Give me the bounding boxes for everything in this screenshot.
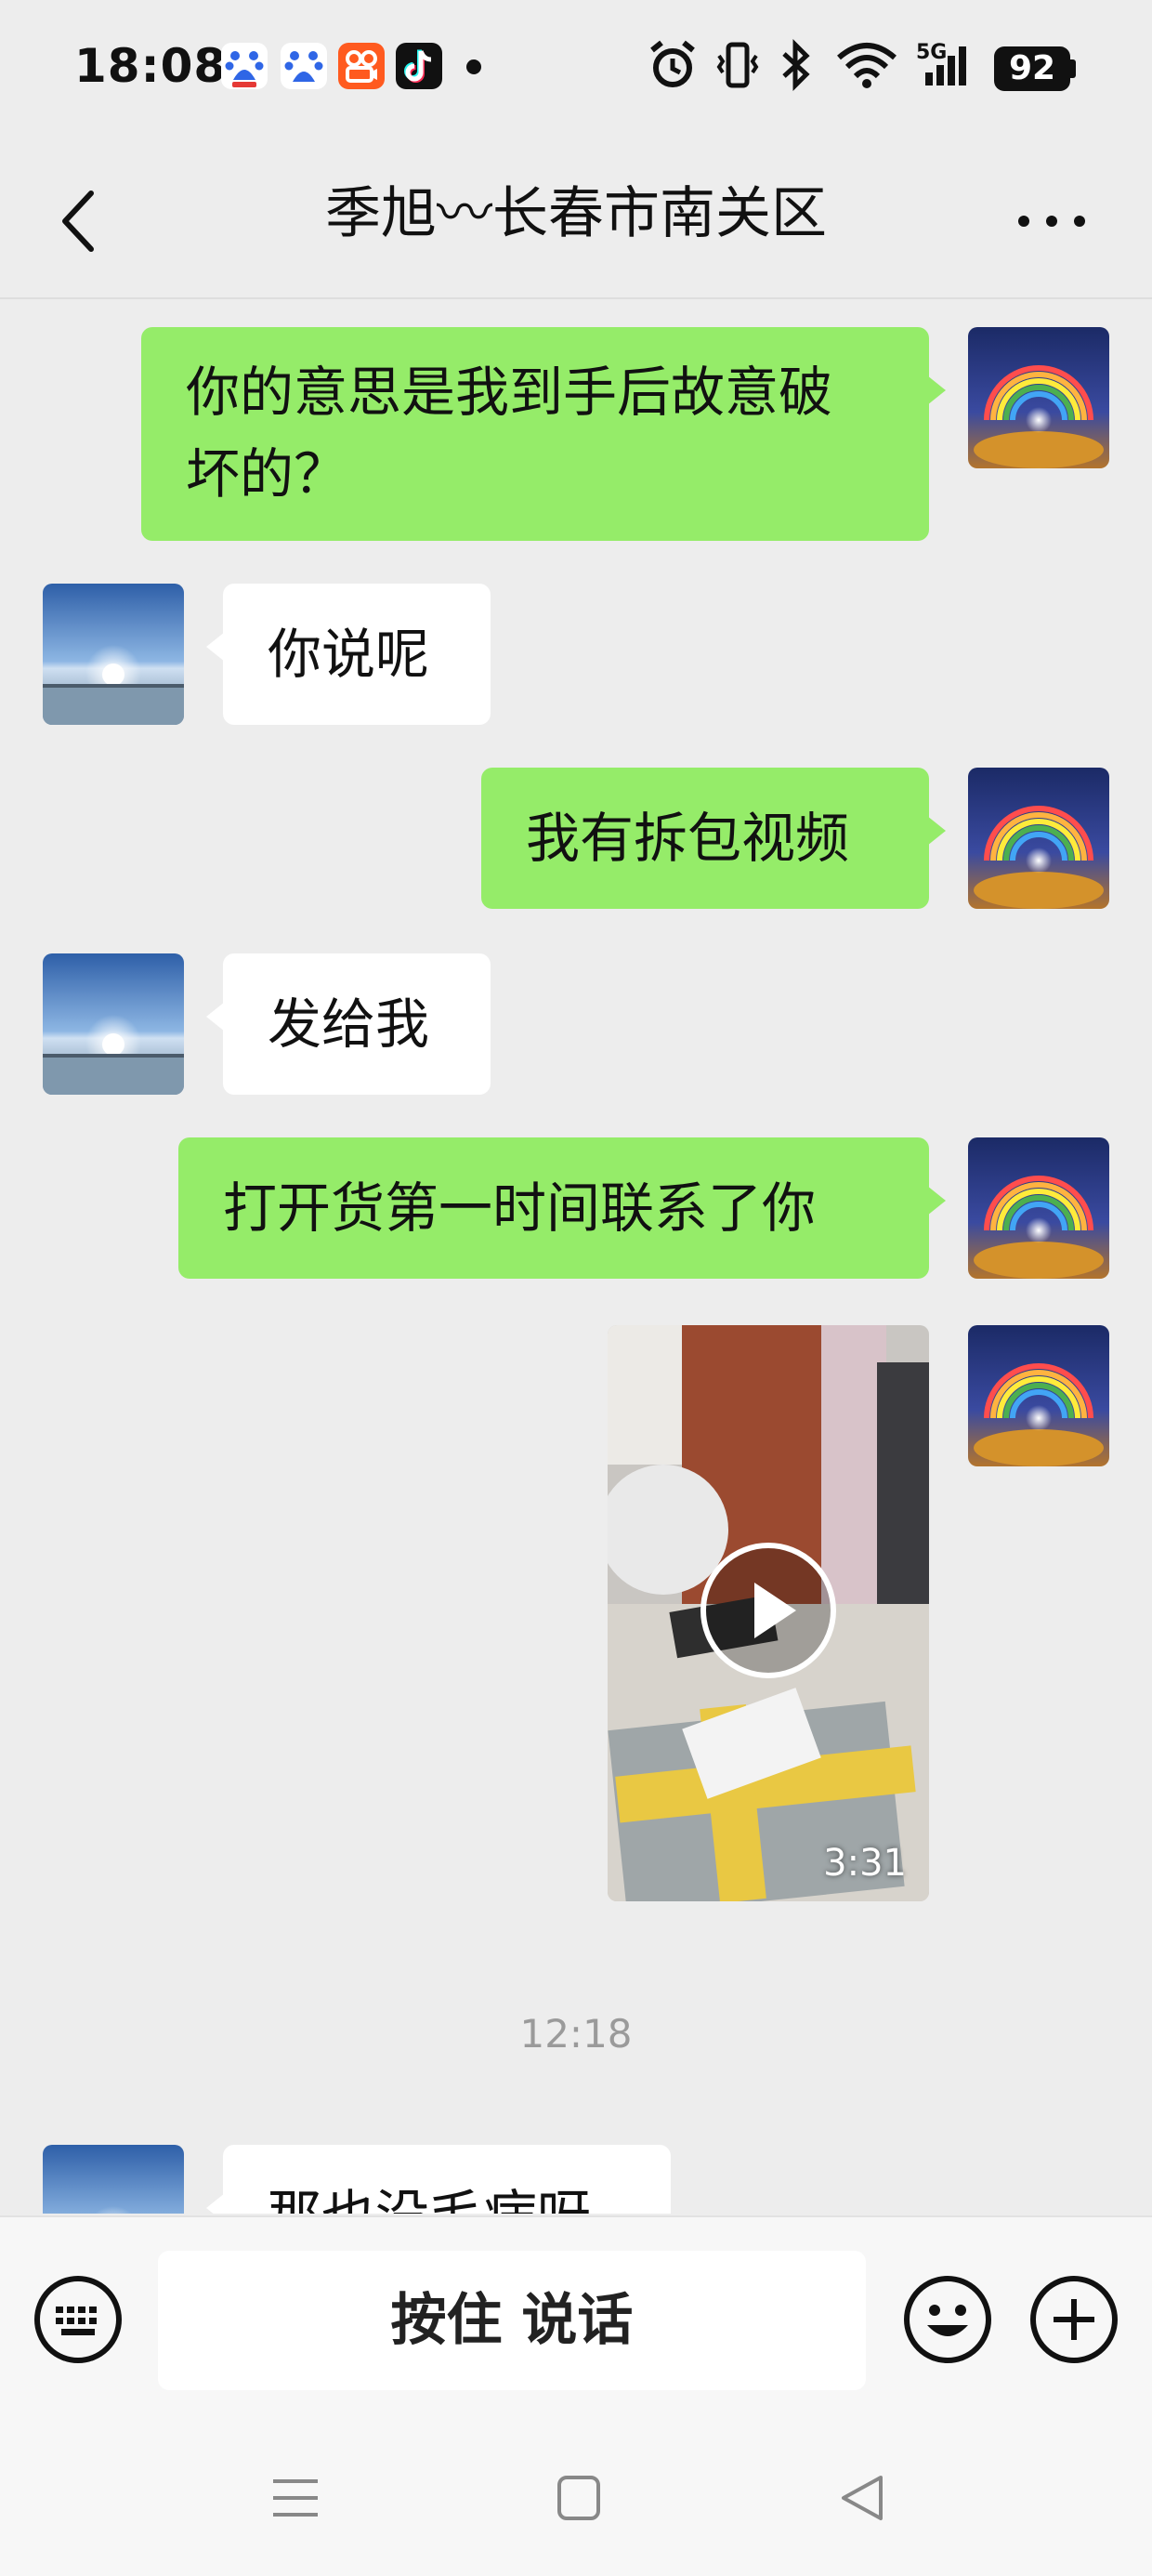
bluetooth-icon (782, 38, 810, 92)
chat-title: 季旭〰长春市南关区 (325, 181, 827, 246)
message-bubble-other[interactable]: 发给我 (206, 953, 491, 1095)
alarm-icon (650, 40, 695, 87)
menu-icon[interactable] (269, 2470, 321, 2526)
message-timestamp: 12:18 (519, 2011, 633, 2057)
contact-avatar[interactable] (43, 584, 184, 725)
vibrate-icon (716, 42, 759, 88)
kuaishou-icon (338, 43, 385, 89)
baidu-input-icon (281, 43, 327, 89)
battery-tip (1070, 59, 1076, 78)
chat-header: 季旭〰长春市南关区 (0, 139, 1152, 299)
message-bubble-other[interactable]: 那也没毛病呀 (206, 2145, 671, 2214)
wifi-icon (837, 43, 897, 88)
message-bubble-me[interactable]: 你的意思是我到手后故意破坏的？ (141, 327, 946, 541)
message-bubble-me[interactable]: 我有拆包视频 (481, 768, 946, 909)
message-bubble-me[interactable]: 打开货第一时间联系了你 (178, 1137, 946, 1279)
video-message[interactable]: 3:31 (608, 1325, 929, 1901)
contact-avatar[interactable] (43, 2145, 184, 2214)
my-avatar[interactable] (968, 768, 1109, 909)
notification-dot (466, 59, 481, 74)
input-bar: 按住 说话 (0, 2215, 1152, 2431)
status-bar: 18:08 5G 92 (0, 0, 1152, 139)
contact-avatar[interactable] (43, 953, 184, 1095)
battery-level: 92 (994, 46, 1070, 91)
tiktok-icon (396, 43, 442, 89)
video-duration: 3:31 (823, 1842, 907, 1885)
status-time: 18:08 (74, 39, 228, 93)
my-avatar[interactable] (968, 327, 1109, 468)
back-icon[interactable] (836, 2470, 888, 2526)
plus-icon[interactable] (1028, 2273, 1120, 2366)
signal-icon (925, 46, 966, 85)
hold-to-talk-button[interactable]: 按住 说话 (158, 2251, 866, 2390)
more-dots-icon[interactable] (1015, 212, 1089, 230)
message-bubble-other[interactable]: 你说呢 (206, 584, 491, 725)
keyboard-icon[interactable] (32, 2273, 124, 2366)
system-nav-bar (0, 2429, 1152, 2576)
home-icon[interactable] (556, 2470, 602, 2526)
play-icon[interactable] (699, 1541, 838, 1680)
my-avatar[interactable] (968, 1137, 1109, 1279)
baidu-icon (221, 43, 268, 89)
emoji-icon[interactable] (901, 2273, 994, 2366)
chevron-left-icon[interactable] (52, 184, 108, 258)
my-avatar[interactable] (968, 1325, 1109, 1466)
message-list[interactable]: 你的意思是我到手后故意破坏的？ 你说呢 我有拆包视频 发给我 打开货第一时间联系… (0, 299, 1152, 2214)
